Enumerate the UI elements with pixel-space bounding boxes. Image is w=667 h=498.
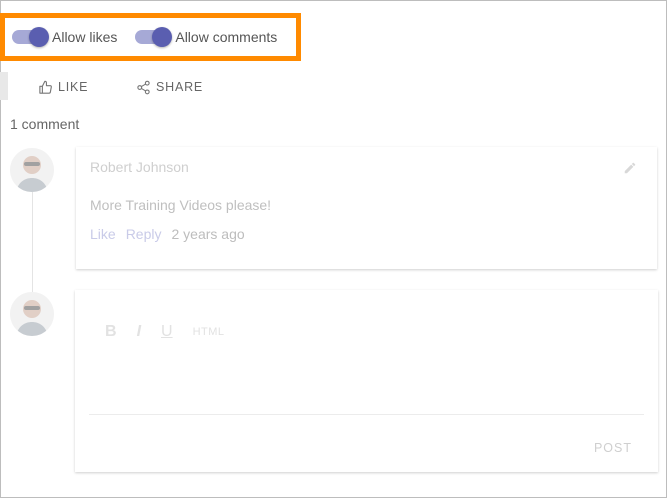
person-avatar-icon bbox=[10, 148, 54, 192]
comment-meta: Like Reply 2 years ago bbox=[90, 226, 255, 242]
toggle-row: Allow likes Allow comments bbox=[12, 27, 295, 47]
allow-likes-switch[interactable] bbox=[12, 27, 49, 47]
allow-likes-toggle[interactable]: Allow likes bbox=[12, 27, 118, 47]
editor-input-underline[interactable] bbox=[89, 414, 644, 415]
share-button[interactable]: SHARE bbox=[136, 80, 203, 95]
allow-comments-toggle[interactable]: Allow comments bbox=[135, 27, 278, 47]
current-user-avatar bbox=[10, 292, 54, 336]
like-button[interactable]: LIKE bbox=[38, 80, 88, 95]
allow-comments-switch[interactable] bbox=[135, 27, 173, 47]
share-action[interactable]: SHARE bbox=[136, 78, 203, 96]
html-button[interactable]: HTML bbox=[193, 326, 225, 338]
like-action[interactable]: LIKE bbox=[38, 78, 88, 96]
comment-card: Robert Johnson More Training Videos plea… bbox=[76, 147, 657, 269]
thread-line bbox=[32, 192, 33, 292]
underline-button[interactable]: U bbox=[161, 323, 173, 341]
side-tab bbox=[0, 72, 8, 100]
post-button[interactable]: POST bbox=[594, 441, 632, 455]
allow-likes-label: Allow likes bbox=[52, 29, 118, 45]
thumbs-up-icon bbox=[39, 80, 52, 94]
comment-like-link[interactable]: Like bbox=[90, 226, 116, 242]
bold-button[interactable]: B bbox=[105, 323, 117, 341]
comment-count: 1 comment bbox=[10, 116, 80, 132]
editor-toolbar: B I U HTML bbox=[105, 323, 245, 341]
comment-reply-link[interactable]: Reply bbox=[126, 226, 162, 242]
share-label: SHARE bbox=[156, 80, 204, 94]
comment-timestamp: 2 years ago bbox=[171, 226, 245, 242]
comment-author: Robert Johnson bbox=[90, 159, 189, 175]
share-icon bbox=[137, 80, 150, 94]
edit-pencil-icon[interactable] bbox=[623, 161, 637, 180]
allow-comments-label: Allow comments bbox=[175, 29, 278, 45]
comment-editor-card: B I U HTML POST bbox=[75, 290, 658, 472]
like-label: LIKE bbox=[58, 80, 89, 94]
person-avatar-icon bbox=[10, 292, 54, 336]
switch-knob bbox=[29, 27, 49, 47]
italic-button[interactable]: I bbox=[137, 323, 141, 341]
commenter-avatar bbox=[10, 148, 54, 192]
switch-knob bbox=[152, 27, 173, 47]
comment-text: More Training Videos please! bbox=[90, 197, 272, 213]
